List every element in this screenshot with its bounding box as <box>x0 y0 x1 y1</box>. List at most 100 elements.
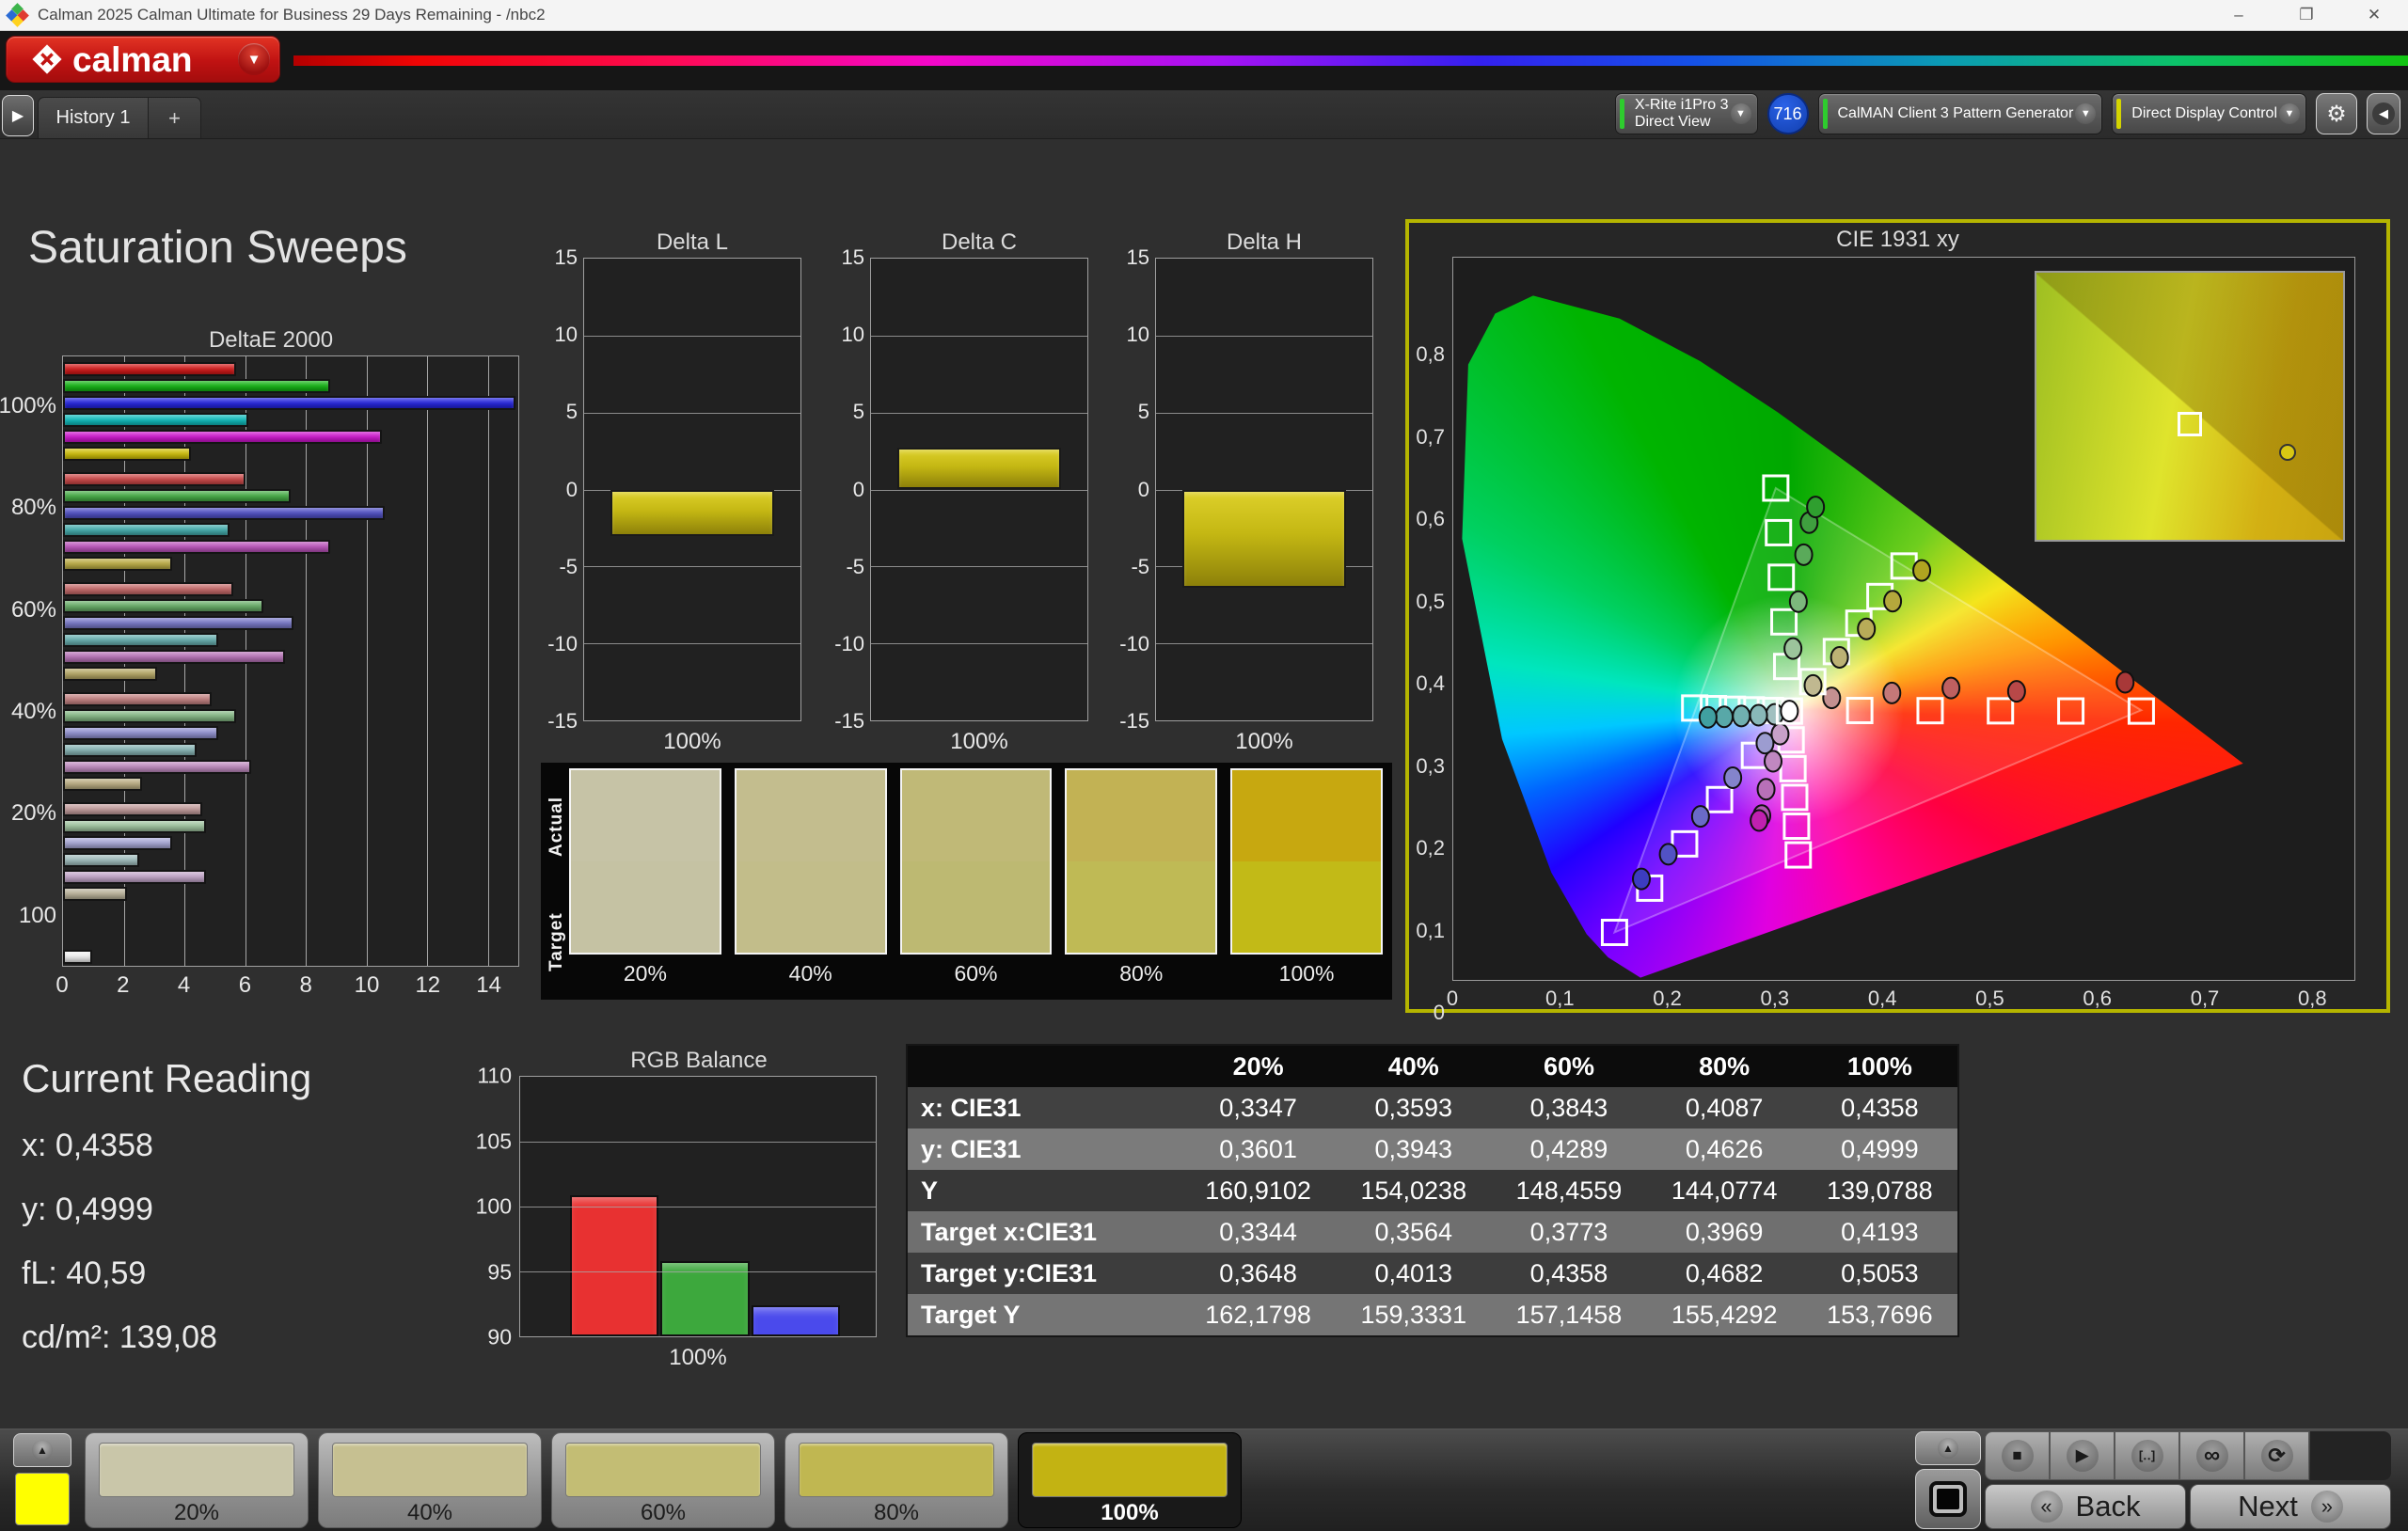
pattern-button-20%[interactable]: 20% <box>85 1432 309 1528</box>
measurement-count-badge[interactable]: 716 <box>1767 93 1809 134</box>
deltae-bar <box>63 472 246 486</box>
tab-scroll-button[interactable]: ▶ <box>2 95 34 136</box>
pattern-button-60%[interactable]: 60% <box>551 1432 775 1528</box>
add-tab-button[interactable]: + <box>149 97 201 138</box>
rgb-balance-title: RGB Balance <box>468 1048 879 1076</box>
close-button[interactable]: ✕ <box>2340 0 2408 30</box>
back-button[interactable]: « Back <box>1985 1484 2186 1529</box>
x-axis-label: 100% <box>1155 721 1373 755</box>
cie-y-axis-labels: 0,80,70,60,50,40,30,20,10 <box>1409 257 1452 981</box>
swatch-cell-60%: 60% <box>900 768 1053 1000</box>
current-pattern-preview[interactable] <box>15 1473 70 1525</box>
cie-measured-point <box>1913 560 1930 581</box>
cie-measured-point <box>1716 706 1733 727</box>
pattern-button-40%[interactable]: 40% <box>318 1432 542 1528</box>
restore-button[interactable]: ❐ <box>2273 0 2340 30</box>
window-title: Calman 2025 Calman Ultimate for Business… <box>38 6 546 24</box>
display-control-dropdown[interactable]: Direct Display Control ▼ <box>2112 93 2306 134</box>
cie-measured-point <box>1771 724 1788 745</box>
play-button[interactable]: ▶ <box>2050 1431 2115 1480</box>
deltae-bar <box>63 557 172 571</box>
gear-icon: ⚙ <box>2326 101 2347 128</box>
minimize-button[interactable]: – <box>2205 0 2273 30</box>
target-swatch <box>1232 861 1381 953</box>
cie-measured-point <box>1660 844 1677 864</box>
deltae-bar <box>63 760 251 774</box>
chart-title: Delta H <box>1117 229 1373 258</box>
gridline <box>871 643 1087 644</box>
stop-icon: ■ <box>2002 1440 2034 1472</box>
cie-1931-panel[interactable]: CIE 1931 xy 0,80,70,60,50,40,30,20,10 00… <box>1405 219 2390 1013</box>
chevron-down-icon: ▼ <box>2279 103 2300 124</box>
delta-bar <box>610 490 775 536</box>
calman-app-window: Calman 2025 Calman Ultimate for Business… <box>0 0 2408 1531</box>
cie-measured-point <box>1796 545 1813 565</box>
deltae-row-label: 80% <box>21 457 62 559</box>
red-bar <box>570 1195 658 1336</box>
x-axis-label: 100% <box>583 721 801 755</box>
pattern-collapse-button[interactable]: ▲ <box>13 1433 71 1467</box>
target-swatch <box>902 861 1051 953</box>
swatch-label: 80% <box>1065 955 1217 992</box>
display-control-name: Direct Display Control <box>2131 105 2277 122</box>
measurement-table: 20%40%60%80%100%x: CIE310,33470,35930,38… <box>906 1044 1959 1337</box>
continuous-button[interactable]: ∞ <box>2179 1431 2244 1480</box>
cie-measured-point <box>1724 767 1741 788</box>
rgb-balance-chart: RGB Balance 1101051009590 100% <box>468 1048 879 1371</box>
meter-dropdown[interactable]: X-Rite i1Pro 3 Direct View ▼ <box>1615 93 1758 134</box>
reading-fl: fL: 40,59 <box>22 1255 311 1292</box>
up-arrow-icon: ▲ <box>32 1440 53 1460</box>
reading-x: x: 0,4358 <box>22 1128 311 1164</box>
cie-measured-point <box>1784 639 1801 659</box>
pattern-button-80%[interactable]: 80% <box>784 1432 1008 1528</box>
transport-collapse-button[interactable]: ▲ <box>1915 1431 1981 1465</box>
deltae-bar <box>63 692 212 706</box>
stop-button[interactable]: ■ <box>1985 1431 2050 1480</box>
play-icon: ▶ <box>12 106 24 125</box>
pattern-button-100%[interactable]: 100% <box>1018 1432 1242 1528</box>
back-chevron-icon: « <box>2031 1491 2063 1523</box>
stop-measurement-button[interactable] <box>1915 1469 1981 1529</box>
plot <box>583 258 801 721</box>
collapse-panel-button[interactable]: ◀ <box>2367 93 2400 134</box>
transport-spacer <box>2310 1431 2391 1480</box>
pattern-swatch <box>99 1443 294 1497</box>
swatch-cells: 20%40%60%80%100% <box>569 768 1383 1000</box>
gridline <box>871 336 1087 337</box>
delta-bar <box>1182 490 1347 589</box>
target-swatch <box>1067 861 1215 953</box>
refresh-button[interactable]: ⟳ <box>2244 1431 2309 1480</box>
loop-range-button[interactable]: [‥] <box>2115 1431 2179 1480</box>
pattern-generator-name: CalMAN Client 3 Pattern Generator <box>1838 105 2074 122</box>
next-label: Next <box>2238 1490 2298 1523</box>
calman-menu-button[interactable]: calman ▼ <box>6 36 280 83</box>
calman-diamond-icon <box>29 41 65 77</box>
table-row: Target x:CIE310,33440,35640,37730,39690,… <box>908 1211 1957 1253</box>
tab-history-1[interactable]: History 1 <box>38 97 149 138</box>
plot <box>1155 258 1373 721</box>
deltae-bar <box>63 870 206 884</box>
delta-bar <box>897 448 1062 489</box>
cie-measured-point <box>1692 806 1709 827</box>
deltae2000-chart: DeltaE 2000 100%80%60%40%20%100 02468101… <box>21 327 521 1001</box>
pattern-generator-dropdown[interactable]: CalMAN Client 3 Pattern Generator ▼ <box>1818 93 2103 134</box>
up-arrow-icon: ▲ <box>1938 1438 1958 1459</box>
blue-bar <box>752 1305 840 1336</box>
pattern-swatch <box>1032 1443 1228 1497</box>
deltae2000-x-axis-labels: 02468101214 <box>62 967 519 1001</box>
cie-x-axis-labels: 00,10,20,30,40,50,60,70,8 <box>1452 981 2355 1013</box>
swatch-label: 100% <box>1230 955 1383 992</box>
deltae-bar <box>63 887 127 901</box>
deltae-bar <box>63 950 92 964</box>
pattern-label: 80% <box>799 1497 994 1526</box>
stop-square-icon <box>1929 1481 1967 1517</box>
rgb-x-axis-label: 100% <box>519 1337 877 1371</box>
delta-l-chart: Delta L151050-5-10-15100% <box>546 229 801 755</box>
next-button[interactable]: Next » <box>2190 1484 2391 1529</box>
actual-swatch <box>902 770 1051 861</box>
cie-measured-point <box>1781 701 1798 721</box>
settings-button[interactable]: ⚙ <box>2316 93 2357 134</box>
gridline <box>871 413 1087 414</box>
calman-menu-chevron-icon[interactable]: ▼ <box>238 43 270 75</box>
deltae-bar <box>63 447 191 461</box>
